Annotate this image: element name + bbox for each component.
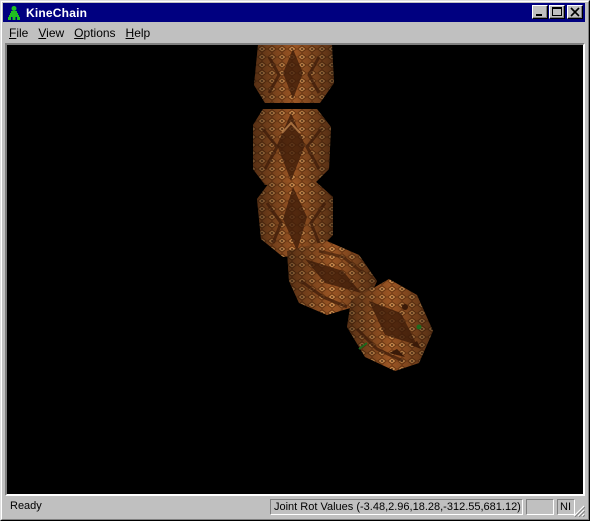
window-controls xyxy=(531,5,583,19)
render-viewport[interactable] xyxy=(5,43,585,496)
resize-grip-icon[interactable] xyxy=(573,505,585,517)
joint-rot-values: Joint Rot Values (-3.48,2.96,18.28,-312.… xyxy=(270,499,523,515)
window-title: KineChain xyxy=(26,5,88,20)
kinechain-app-icon xyxy=(6,4,22,21)
menu-view[interactable]: View xyxy=(33,26,69,40)
status-indicator-blank xyxy=(526,499,554,515)
status-bar: Ready Joint Rot Values (-3.48,2.96,18.28… xyxy=(3,497,585,517)
close-button[interactable] xyxy=(567,5,583,19)
chain-segment-1 xyxy=(254,45,334,103)
menu-file[interactable]: File xyxy=(3,26,33,40)
menu-options[interactable]: Options xyxy=(69,26,120,40)
app-window: KineChain File View Options Help Ready J… xyxy=(0,0,590,521)
maximize-button[interactable] xyxy=(549,5,565,19)
menu-bar: File View Options Help xyxy=(3,23,585,42)
minimize-icon xyxy=(536,14,542,16)
minimize-button[interactable] xyxy=(532,5,548,19)
chain-segment-2 xyxy=(253,109,331,185)
title-bar[interactable]: KineChain xyxy=(3,3,585,22)
menu-help[interactable]: Help xyxy=(121,26,156,40)
close-icon xyxy=(570,7,580,17)
status-text: Ready xyxy=(10,500,42,512)
maximize-icon xyxy=(552,7,562,16)
snake-chain-render xyxy=(253,45,433,371)
